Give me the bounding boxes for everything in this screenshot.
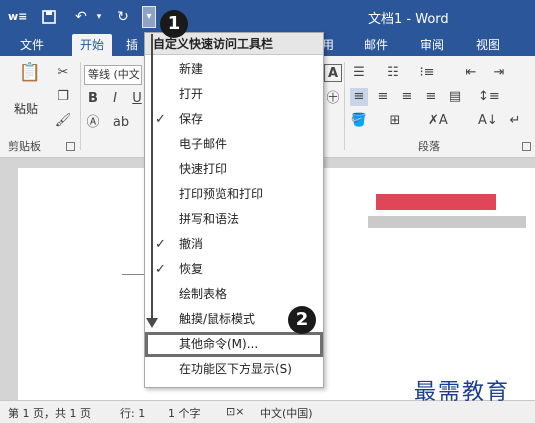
clipboard-launcher-icon[interactable] [66, 142, 75, 151]
line-spacing-icon[interactable]: ↕≡ [478, 88, 500, 106]
format-painter-icon[interactable]: 🖌 [54, 112, 72, 130]
menu-item-redo[interactable]: ✓ 恢复 [145, 257, 323, 282]
bullets-icon[interactable]: ☰ [350, 64, 368, 82]
document-title: 文档1 - Word [368, 12, 449, 27]
watermark-text: 最需教育 [414, 380, 511, 405]
tab-insert[interactable]: 插 [126, 34, 138, 56]
menu-item-more-commands[interactable]: 其他命令(M)... [145, 332, 323, 357]
menu-item-undo[interactable]: ✓ 撤消 [145, 232, 323, 257]
menu-item-label: 在功能区下方显示(S) [179, 362, 292, 376]
menu-item-label: 绘制表格 [179, 287, 228, 301]
tab-file[interactable]: 文件 [20, 34, 44, 56]
row-indicator[interactable]: 行: 1 [120, 405, 145, 421]
language-indicator[interactable]: 中文(中国) [260, 405, 313, 421]
menu-item-show-below-ribbon[interactable]: 在功能区下方显示(S) [145, 357, 323, 382]
menu-item-save[interactable]: ✓ 保存 [145, 107, 323, 132]
group-divider [344, 62, 345, 150]
menu-item-spelling[interactable]: 拼写和语法 [145, 207, 323, 232]
shading-icon[interactable]: 🪣 [350, 112, 368, 130]
menu-item-label: 其他命令(M)... [179, 337, 259, 351]
menu-item-draw-table[interactable]: 绘制表格 [145, 282, 323, 307]
justify-icon[interactable]: ≡ [422, 88, 440, 106]
menu-item-print-preview[interactable]: 打印预览和打印 [145, 182, 323, 207]
paste-button-label[interactable]: 粘贴 [14, 100, 38, 117]
italic-icon[interactable]: I [106, 90, 124, 108]
menu-item-quick-print[interactable]: 快速打印 [145, 157, 323, 182]
checkmark-icon: ✓ [155, 112, 166, 127]
numbering-icon[interactable]: ☷ [384, 64, 402, 82]
borders-icon[interactable]: ⊞ [386, 112, 404, 130]
menu-item-label: 保存 [179, 112, 204, 126]
group-divider [80, 62, 81, 150]
align-left-icon[interactable]: ≡ [350, 88, 368, 106]
margin-marker [122, 274, 146, 275]
chinese-layout-icon[interactable]: ✗A [428, 112, 448, 130]
align-right-icon[interactable]: ≡ [398, 88, 416, 106]
save-icon[interactable] [40, 6, 58, 28]
highlight-icon[interactable]: ab [112, 114, 130, 132]
menu-item-label: 打印预览和打印 [179, 187, 264, 201]
word-count[interactable]: 1 个字 [168, 405, 201, 421]
paragraph-launcher-icon[interactable] [522, 142, 531, 151]
menu-item-label: 撤消 [179, 237, 204, 251]
menu-item-label: 触摸/鼠标模式 [179, 312, 256, 326]
undo-dropdown-icon[interactable]: ▾ [94, 6, 104, 28]
menu-item-label: 拼写和语法 [179, 212, 240, 226]
title-bar: w≡ ↶ ▾ ↻ ▾ 文档1 - Word [0, 0, 535, 34]
align-center-icon[interactable]: ≡ [374, 88, 392, 106]
menu-item-label: 快速打印 [179, 162, 228, 176]
decrease-indent-icon[interactable]: ⇤ [462, 64, 480, 82]
paste-icon[interactable]: 📋 [18, 64, 42, 90]
repeat-icon[interactable]: ↻ [114, 6, 132, 28]
menu-item-email[interactable]: 电子邮件 [145, 132, 323, 157]
show-marks-icon[interactable]: ↵ [506, 112, 524, 130]
menu-item-label: 电子邮件 [179, 137, 228, 151]
annotation-arrow [151, 34, 153, 320]
font-name-input[interactable]: 等线 (中文 [84, 65, 142, 85]
undo-icon[interactable]: ↶ [72, 6, 90, 28]
copy-icon[interactable]: ❐ [54, 88, 72, 106]
page-count[interactable]: 第 1 页，共 1 页 [8, 405, 91, 421]
text-effects-icon[interactable]: Ⓐ [84, 114, 102, 132]
tab-mailings[interactable]: 邮件 [364, 34, 388, 56]
tab-home[interactable]: 开始 [72, 34, 113, 56]
menu-item-label: 恢复 [179, 262, 204, 276]
clipboard-group-label: 剪贴板 [8, 140, 41, 153]
tab-review[interactable]: 审阅 [420, 34, 444, 56]
menu-item-new[interactable]: 新建 [145, 57, 323, 82]
multilevel-list-icon[interactable]: ⁝≡ [418, 64, 436, 82]
sort-icon[interactable]: A↓ [478, 112, 498, 130]
increase-indent-icon[interactable]: ⇥ [490, 64, 508, 82]
blurred-text-block [368, 216, 526, 228]
tab-view[interactable]: 视图 [476, 34, 500, 56]
checkmark-icon: ✓ [155, 237, 166, 252]
callout-1: 1 [160, 10, 188, 38]
word-logo-icon: w≡ [8, 10, 28, 23]
checkmark-icon: ✓ [155, 262, 166, 277]
annotation-arrow-head [146, 318, 158, 328]
enclose-char-icon[interactable]: ㊉ [324, 90, 342, 108]
paragraph-group-label: 段落 [418, 140, 440, 153]
customize-qat-icon[interactable]: ▾ [142, 6, 156, 28]
bold-icon[interactable]: B [84, 90, 102, 108]
customize-qat-menu: 自定义快速访问工具栏 新建 打开 ✓ 保存 电子邮件 快速打印 打印预览和打印 拼写和语法 ✓ 撤… [144, 32, 324, 388]
proofing-icon[interactable]: ⊡× [226, 405, 244, 418]
callout-2: 2 [288, 306, 316, 334]
menu-item-label: 新建 [179, 62, 204, 76]
distributed-icon[interactable]: ▤ [446, 88, 464, 106]
menu-item-label: 打开 [179, 87, 204, 101]
cut-icon[interactable]: ✂ [54, 64, 72, 82]
blurred-text-block [376, 194, 496, 210]
char-border-icon[interactable]: A [324, 64, 342, 82]
menu-item-open[interactable]: 打开 [145, 82, 323, 107]
